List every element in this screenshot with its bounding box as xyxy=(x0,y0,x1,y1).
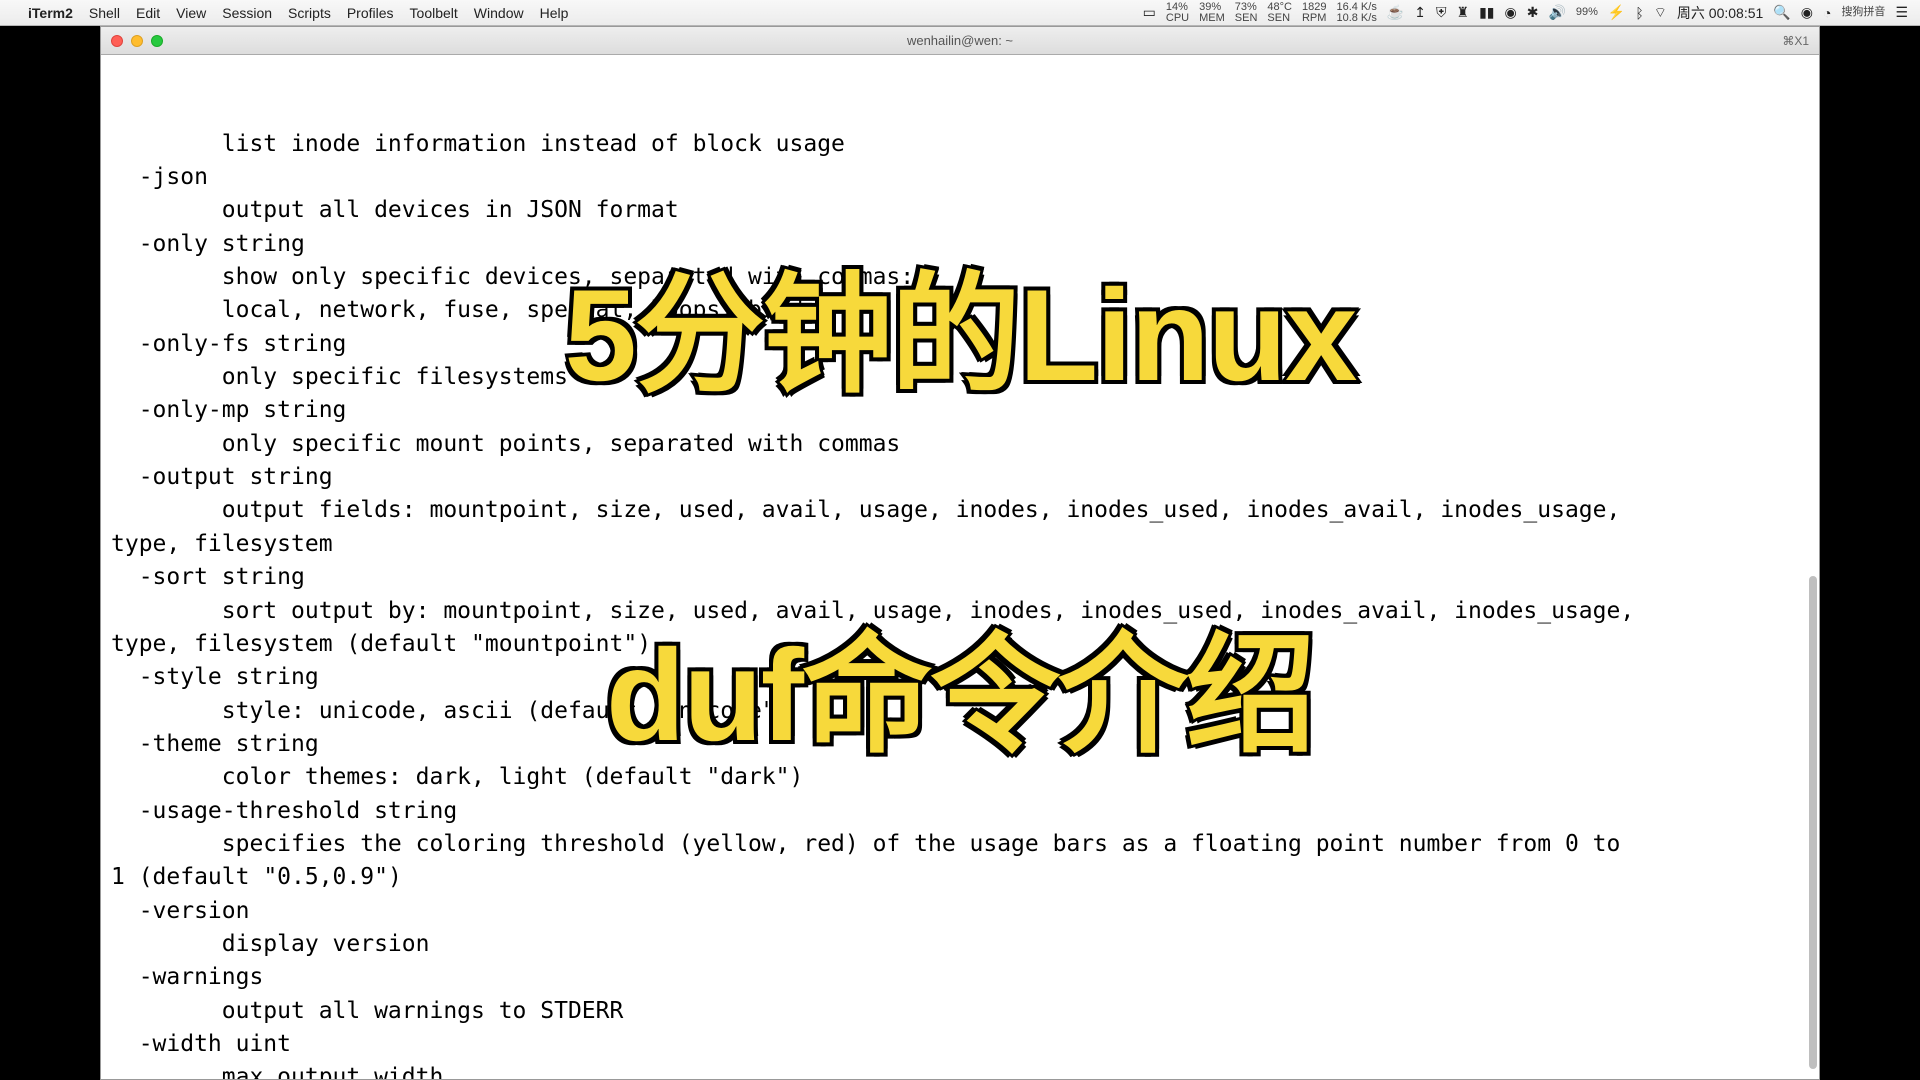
menu-edit[interactable]: Edit xyxy=(136,5,160,21)
iterm-window: wenhailin@wen: ~ ⌘X1 list inode informat… xyxy=(100,26,1820,1080)
menu-scripts[interactable]: Scripts xyxy=(288,5,331,21)
wifi-icon[interactable]: ⌔ xyxy=(1654,4,1667,22)
status-battery[interactable]: 99% xyxy=(1576,7,1598,18)
terminal-line: -usage-threshold string xyxy=(139,795,1809,828)
terminal-line: type, filesystem xyxy=(111,528,1809,561)
terminal-line: only specific mount points, separated wi… xyxy=(222,428,1809,461)
minimize-button[interactable] xyxy=(131,35,143,47)
letterbox-right xyxy=(1820,26,1920,1080)
menu-view[interactable]: View xyxy=(176,5,206,21)
menubar-right: ▭ 14% CPU 39% MEM 73% SEN 48°C SEN 1829 … xyxy=(1143,2,1908,24)
siri-icon[interactable]: ◉ xyxy=(1801,4,1813,21)
battery-icon[interactable]: ⚡ xyxy=(1608,4,1625,21)
status-clock[interactable]: 周六 00:08:51 xyxy=(1677,3,1763,23)
menu-profiles[interactable]: Profiles xyxy=(347,5,394,21)
terminal-line: -output string xyxy=(139,461,1809,494)
window-titlebar[interactable]: wenhailin@wen: ~ ⌘X1 xyxy=(101,27,1819,55)
app-name[interactable]: iTerm2 xyxy=(28,5,73,21)
coffee-icon[interactable]: ☕ xyxy=(1387,4,1404,21)
arrow-up-icon[interactable]: ↥ xyxy=(1414,4,1426,21)
terminal-line: output all warnings to STDERR xyxy=(222,995,1809,1028)
volume-icon[interactable]: 🔊 xyxy=(1548,4,1565,21)
globe-icon[interactable]: ✱ xyxy=(1527,4,1539,21)
scrollbar-track[interactable] xyxy=(1809,83,1817,1069)
terminal-line: 1 (default "0.5,0.9") xyxy=(111,861,1809,894)
window-title: wenhailin@wen: ~ xyxy=(101,33,1819,48)
letterbox-left xyxy=(0,26,100,1080)
menubar-left: iTerm2 Shell Edit View Session Scripts P… xyxy=(12,5,568,21)
tab-hint: ⌘X1 xyxy=(1782,34,1809,48)
headphones-icon[interactable]: ◔ xyxy=(1823,5,1831,21)
macos-menubar: iTerm2 Shell Edit View Session Scripts P… xyxy=(0,0,1920,26)
status-cpu[interactable]: 14% CPU xyxy=(1166,2,1189,24)
terminal-body[interactable]: list inode information instead of block … xyxy=(101,55,1819,1079)
status-ime[interactable]: 搜狗拼音 xyxy=(1841,7,1885,18)
menu-session[interactable]: Session xyxy=(222,5,272,21)
terminal-line: -json xyxy=(139,161,1809,194)
overlay-title-1: 5分钟的Linux xyxy=(565,230,1356,418)
status-temp[interactable]: 48°C SEN xyxy=(1267,2,1292,24)
terminal-line: output all devices in JSON format xyxy=(222,194,1809,227)
close-button[interactable] xyxy=(111,35,123,47)
status-mem[interactable]: 39% MEM xyxy=(1199,2,1225,24)
terminal-line: specifies the coloring threshold (yellow… xyxy=(222,828,1809,861)
terminal-line: -width uint xyxy=(139,1028,1809,1061)
menu-help[interactable]: Help xyxy=(540,5,569,21)
menu-toolbelt[interactable]: Toolbelt xyxy=(410,5,458,21)
menu-window[interactable]: Window xyxy=(474,5,524,21)
status-sen[interactable]: 73% SEN xyxy=(1235,2,1258,24)
menu-shell[interactable]: Shell xyxy=(89,5,120,21)
terminal-line: -warnings xyxy=(139,961,1809,994)
status-rpm[interactable]: 1829 RPM xyxy=(1302,2,1326,24)
tower-icon[interactable]: ♜ xyxy=(1457,4,1470,21)
notification-center-icon[interactable]: ☰ xyxy=(1895,4,1908,21)
camera-icon[interactable]: ◉ xyxy=(1504,4,1516,21)
display-icon[interactable]: ▭ xyxy=(1143,4,1156,21)
terminal-line: display version xyxy=(222,928,1809,961)
video-icon[interactable]: ▮▮ xyxy=(1479,4,1494,21)
status-net[interactable]: 16.4 K/s 10.8 K/s xyxy=(1336,2,1376,24)
terminal-line: -version xyxy=(139,895,1809,928)
maximize-button[interactable] xyxy=(151,35,163,47)
traffic-lights xyxy=(111,35,163,47)
terminal-line: list inode information instead of block … xyxy=(222,128,1809,161)
terminal-line: output fields: mountpoint, size, used, a… xyxy=(222,494,1809,527)
shield-icon[interactable]: ⛨ xyxy=(1436,4,1447,21)
bluetooth-icon[interactable]: ᛒ xyxy=(1635,5,1643,21)
terminal-line: max output width xyxy=(222,1061,1809,1079)
overlay-title-2: duf命令介绍 xyxy=(606,590,1314,778)
spotlight-icon[interactable]: 🔍 xyxy=(1773,4,1790,21)
scrollbar-thumb[interactable] xyxy=(1809,576,1817,1069)
